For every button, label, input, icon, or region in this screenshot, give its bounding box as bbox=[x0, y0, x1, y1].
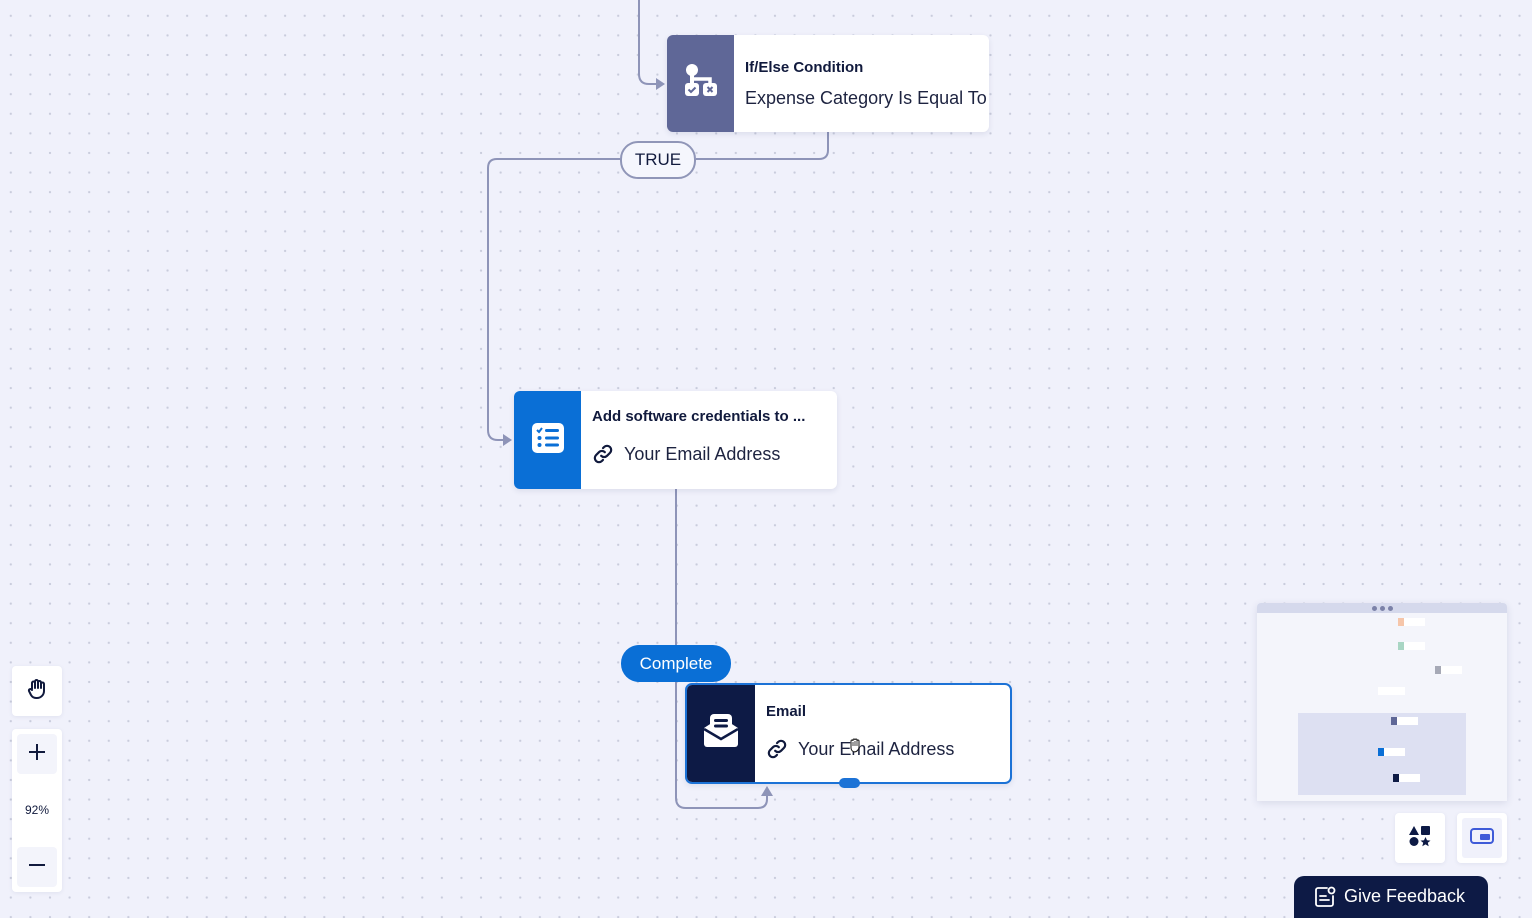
zoom-controls: 92% bbox=[12, 729, 62, 892]
minimap-node bbox=[1398, 618, 1425, 626]
ifelse-icon-box bbox=[667, 35, 734, 132]
edge-into-ifelse bbox=[638, 0, 660, 85]
node-email[interactable]: Email Your Email Address bbox=[685, 683, 1012, 788]
node-title: If/Else Condition bbox=[745, 59, 864, 76]
minimap-node-color bbox=[1435, 666, 1441, 674]
minimap-node-color bbox=[1398, 642, 1404, 650]
shapes-icon bbox=[1409, 825, 1431, 852]
addcreds-icon-box bbox=[514, 391, 581, 489]
minimap-node-color bbox=[1391, 717, 1397, 725]
node-subtitle-row: Your Email Address bbox=[766, 738, 1010, 760]
shapes-button[interactable] bbox=[1395, 813, 1445, 863]
minimap-dot bbox=[1379, 605, 1385, 611]
feedback-label: Give Feedback bbox=[1344, 886, 1466, 906]
minimap-node bbox=[1398, 642, 1425, 650]
node-title: Add software credentials to ... bbox=[592, 408, 806, 425]
node-output-handle[interactable] bbox=[839, 778, 860, 788]
node-subtitle-row: Your Email Address bbox=[592, 443, 837, 465]
minimap-node bbox=[1391, 717, 1418, 725]
minimap-node-color bbox=[1398, 618, 1404, 626]
minimap-drag-bar[interactable] bbox=[1257, 603, 1507, 613]
minus-icon bbox=[28, 856, 46, 879]
branch-condition-icon bbox=[684, 63, 718, 104]
node-add-software-credentials[interactable]: Add software credentials to ... Your Ema… bbox=[514, 391, 837, 489]
minimap-node bbox=[1435, 666, 1462, 674]
node-title: Email bbox=[766, 703, 807, 720]
minimap-dot bbox=[1387, 605, 1393, 611]
minimap-node bbox=[1378, 687, 1405, 695]
minimap-dot bbox=[1371, 605, 1377, 611]
node-ifelse-condition[interactable]: If/Else Condition Expense Category Is Eq… bbox=[667, 35, 989, 132]
envelope-icon bbox=[703, 713, 739, 754]
minimap-node-color bbox=[1378, 748, 1384, 756]
node-subtitle: Expense Category Is Equal To bbox=[745, 88, 987, 108]
minimap-toggle-icon bbox=[1470, 827, 1494, 849]
minimap-toggle-inner bbox=[1462, 818, 1502, 858]
edge-arrow-ifelse bbox=[656, 78, 665, 90]
checklist-icon bbox=[531, 422, 564, 458]
minimap-node bbox=[1378, 748, 1405, 756]
feedback-icon bbox=[1314, 886, 1336, 913]
link-icon bbox=[592, 443, 614, 465]
link-icon bbox=[766, 738, 788, 760]
edge-label-true[interactable]: TRUE bbox=[620, 141, 696, 179]
zoom-out-button[interactable] bbox=[17, 847, 57, 887]
minimap-node-color bbox=[1378, 687, 1384, 695]
hand-icon bbox=[25, 677, 49, 706]
minimap-toggle-button[interactable] bbox=[1457, 813, 1507, 863]
minimap-node bbox=[1393, 774, 1420, 782]
node-subtitle: Your Email Address bbox=[798, 738, 955, 759]
zoom-in-button[interactable] bbox=[17, 734, 57, 774]
minimap[interactable] bbox=[1257, 603, 1507, 801]
minimap-node-color bbox=[1393, 774, 1399, 782]
hand-cursor-icon bbox=[848, 737, 864, 758]
pan-tool-button[interactable] bbox=[12, 666, 62, 716]
edge-label-complete[interactable]: Complete bbox=[621, 645, 731, 682]
plus-icon bbox=[28, 743, 46, 766]
give-feedback-button[interactable]: Give Feedback bbox=[1294, 876, 1488, 918]
zoom-level: 92% bbox=[24, 803, 50, 817]
edge-arrow-email bbox=[761, 786, 773, 796]
email-icon-box bbox=[687, 685, 755, 782]
edge-arrow-addcreds bbox=[503, 434, 512, 446]
node-subtitle: Your Email Address bbox=[624, 443, 781, 464]
